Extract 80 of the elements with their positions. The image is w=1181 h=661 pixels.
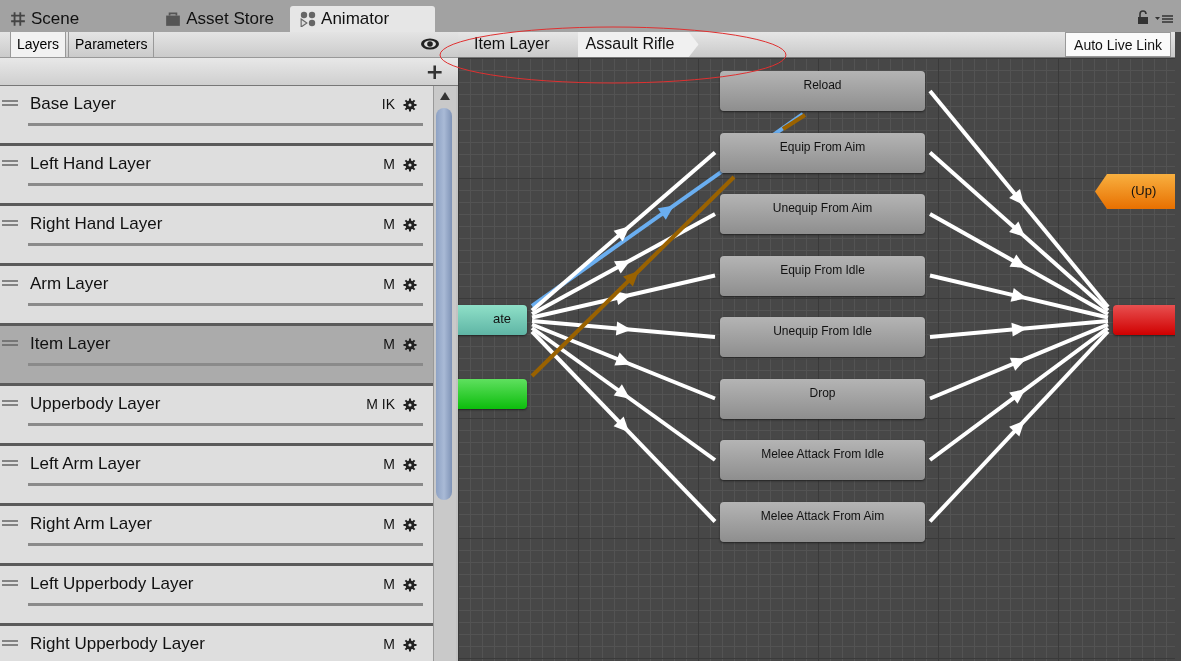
layer-item[interactable]: Left Upperbody Layer M [0, 566, 433, 626]
state-node[interactable]: Unequip From Aim [720, 194, 925, 234]
drag-handle-icon[interactable] [2, 640, 18, 646]
add-layer-button[interactable]: + [425, 58, 444, 85]
layer-flags: M [383, 335, 395, 352]
layer-flags: M IK [366, 395, 395, 412]
layer-flags: M [383, 515, 395, 532]
layer-flags: IK [381, 95, 395, 112]
layer-item[interactable]: Right Hand Layer M [0, 206, 433, 266]
menu-icon[interactable] [1155, 14, 1173, 24]
settings-icon[interactable] [403, 398, 417, 412]
layer-flags: M [383, 275, 395, 292]
layer-item[interactable]: Right Upperbody Layer M [0, 626, 433, 661]
scrollbar[interactable] [433, 86, 456, 661]
layer-name: Base Layer [30, 94, 117, 114]
layer-flags: M [383, 635, 395, 652]
layer-item[interactable]: Base Layer IK [0, 86, 433, 146]
drag-handle-icon[interactable] [2, 400, 18, 406]
layer-item[interactable]: Right Arm Layer M [0, 506, 433, 566]
layer-name: Arm Layer [30, 274, 110, 294]
settings-icon[interactable] [403, 278, 417, 292]
transition-line[interactable] [781, 113, 807, 131]
drag-handle-icon[interactable] [2, 460, 18, 466]
layer-flags: M [383, 575, 395, 592]
state-node[interactable]: Melee Attack From Idle [720, 440, 925, 480]
eye-icon[interactable] [420, 38, 440, 50]
settings-icon[interactable] [403, 518, 417, 532]
state-node[interactable]: Equip From Aim [720, 132, 925, 173]
nodes-icon [300, 11, 317, 27]
drag-handle-icon[interactable] [2, 520, 18, 526]
window-tab[interactable]: Animator [290, 6, 436, 32]
layer-name: Right Arm Layer [30, 514, 153, 534]
state-node[interactable] [1113, 305, 1175, 335]
window-tab[interactable]: Asset Store [155, 6, 285, 32]
drag-handle-icon[interactable] [2, 160, 18, 166]
state-node[interactable]: Reload [720, 71, 925, 111]
layer-flags: M [383, 215, 395, 232]
layer-name: Left Hand Layer [30, 154, 152, 174]
state-node[interactable]: ate [458, 305, 527, 335]
panel-tab[interactable]: Parameters [68, 32, 155, 57]
lock-icon[interactable] [1137, 10, 1149, 24]
grid-icon [10, 11, 26, 27]
state-node[interactable]: (Up) [1095, 174, 1175, 209]
layer-item[interactable]: Item Layer M [0, 326, 433, 386]
panel-tab[interactable]: Layers [10, 32, 67, 57]
drag-handle-icon[interactable] [2, 280, 18, 286]
drag-handle-icon[interactable] [2, 100, 18, 106]
auto-live-link-button[interactable]: Auto Live Link [1065, 32, 1171, 57]
state-node[interactable]: Melee Attack From Aim [720, 501, 925, 542]
state-node[interactable] [458, 379, 527, 409]
layer-name: Left Upperbody Layer [30, 574, 195, 594]
drag-handle-icon[interactable] [2, 220, 18, 226]
settings-icon[interactable] [403, 578, 417, 592]
layer-name: Right Hand Layer [30, 214, 164, 234]
settings-icon[interactable] [403, 218, 417, 232]
settings-icon[interactable] [403, 158, 417, 172]
state-node[interactable]: Unequip From Idle [720, 317, 925, 357]
state-node[interactable]: Equip From Idle [720, 255, 925, 296]
layer-item[interactable]: Left Hand Layer M [0, 146, 433, 206]
breadcrumb-item[interactable]: Item Layer [474, 32, 568, 57]
layer-item[interactable]: Left Arm Layer M [0, 446, 433, 506]
layer-name: Right Upperbody Layer [30, 634, 206, 654]
scroll-up-icon[interactable] [440, 92, 450, 100]
layer-flags: M [383, 155, 395, 172]
window-tab[interactable]: Scene [0, 6, 90, 32]
state-node[interactable]: Drop [720, 378, 925, 419]
bag-icon [165, 11, 182, 27]
layer-name: Upperbody Layer [30, 394, 162, 414]
settings-icon[interactable] [403, 98, 417, 112]
settings-icon[interactable] [403, 638, 417, 652]
layer-flags: M [383, 455, 395, 472]
breadcrumb-item[interactable]: Assault Rifle [577, 32, 699, 57]
settings-icon[interactable] [403, 458, 417, 472]
layer-item[interactable]: Arm Layer M [0, 266, 433, 326]
layer-name: Item Layer [30, 334, 112, 354]
layer-item[interactable]: Upperbody Layer M IK [0, 386, 433, 446]
layer-name: Left Arm Layer [30, 454, 142, 474]
drag-handle-icon[interactable] [2, 580, 18, 586]
drag-handle-icon[interactable] [2, 340, 18, 346]
settings-icon[interactable] [403, 338, 417, 352]
